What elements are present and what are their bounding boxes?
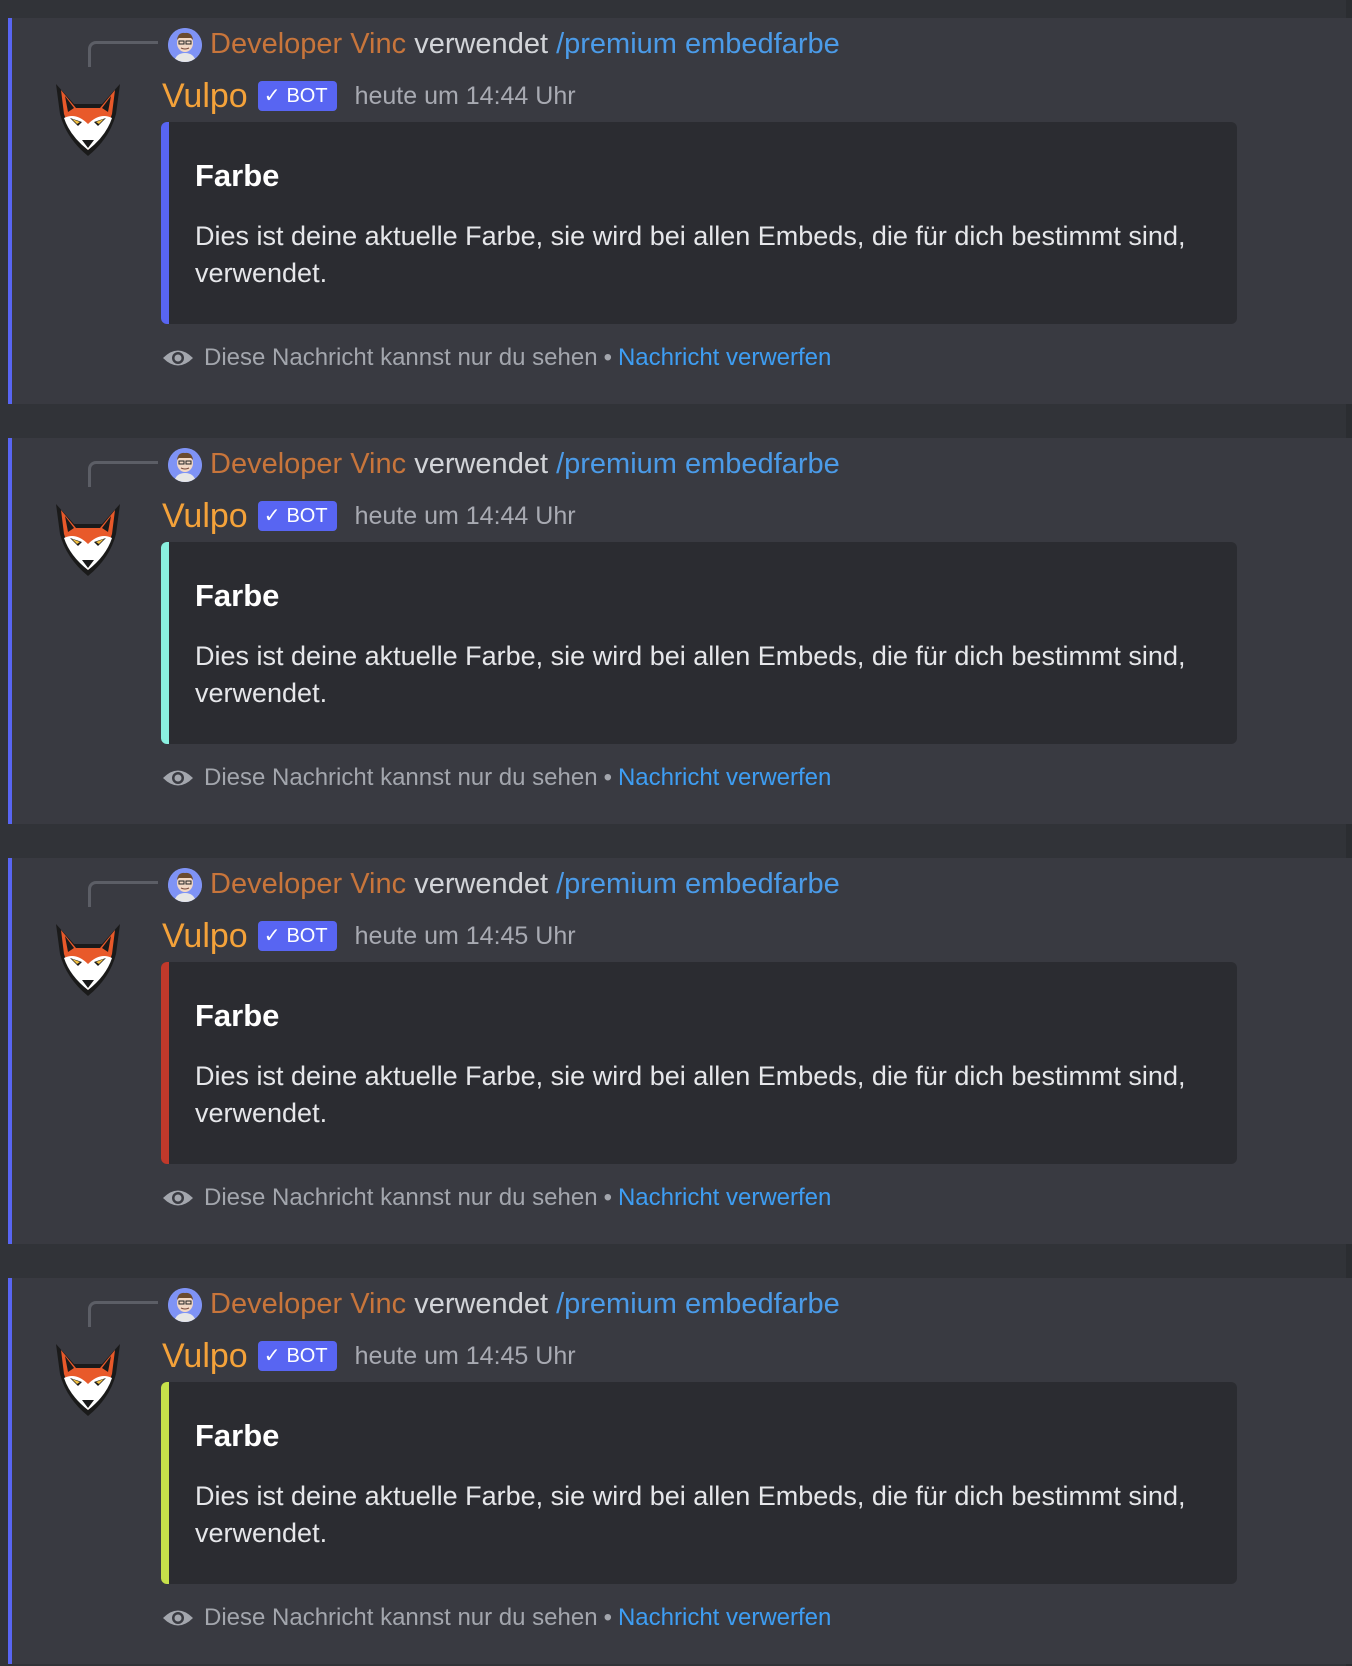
message-timestamp[interactable]: heute um 14:44 Uhr xyxy=(355,82,576,111)
reply-verb: verwendet xyxy=(414,868,549,900)
embed-color-bar xyxy=(161,962,169,1164)
message-feed: Developer Vinc verwendet /premium embedf… xyxy=(0,0,1352,1666)
bot-username[interactable]: Vulpo xyxy=(162,917,248,956)
message: Developer Vinc verwendet /premium embedf… xyxy=(8,438,1352,824)
embed-color-bar xyxy=(161,122,169,324)
bot-badge: ✓ BOT xyxy=(257,921,337,951)
bot-username[interactable]: Vulpo xyxy=(162,497,248,536)
message-timestamp[interactable]: heute um 14:45 Uhr xyxy=(355,1342,576,1371)
ephemeral-text: Diese Nachricht kannst nur du sehen xyxy=(204,764,598,791)
embed-title: Farbe xyxy=(195,578,280,613)
bot-badge-label: BOT xyxy=(286,1345,328,1367)
checkmark-icon: ✓ xyxy=(263,1345,281,1367)
reply-command[interactable]: /premium embedfarbe xyxy=(556,448,840,480)
ephemeral-notice: Diese Nachricht kannst nur du sehen • Na… xyxy=(162,760,831,796)
embed-color-bar xyxy=(161,1382,169,1584)
embed: Farbe Dies ist deine aktuelle Farbe, sie… xyxy=(161,122,1237,324)
reply-verb: verwendet xyxy=(414,28,549,60)
developer-avatar-icon[interactable] xyxy=(168,868,202,902)
embed: Farbe Dies ist deine aktuelle Farbe, sie… xyxy=(161,542,1237,744)
bot-badge-label: BOT xyxy=(286,85,328,107)
dismiss-message-link[interactable]: Nachricht verwerfen xyxy=(618,764,831,792)
reply-reference[interactable]: Developer Vinc verwendet /premium embedf… xyxy=(210,1284,840,1324)
embed-title: Farbe xyxy=(195,1418,280,1453)
message-timestamp[interactable]: heute um 14:44 Uhr xyxy=(355,502,576,531)
ephemeral-separator: • xyxy=(603,344,612,371)
message: Developer Vinc verwendet /premium embedf… xyxy=(8,858,1352,1244)
reply-command[interactable]: /premium embedfarbe xyxy=(556,1288,840,1320)
embed-description: Dies ist deine aktuelle Farbe, sie wird … xyxy=(195,1061,1186,1128)
ephemeral-notice: Diese Nachricht kannst nur du sehen • Na… xyxy=(162,1180,831,1216)
reply-username[interactable]: Developer Vinc xyxy=(210,1288,406,1320)
ephemeral-notice: Diese Nachricht kannst nur du sehen • Na… xyxy=(162,1600,831,1636)
developer-avatar-icon[interactable] xyxy=(168,1288,202,1322)
message: Developer Vinc verwendet /premium embedf… xyxy=(8,1278,1352,1664)
embed-title: Farbe xyxy=(195,998,280,1033)
eye-icon xyxy=(163,1190,193,1206)
message-header: Vulpo ✓ BOT heute um 14:44 Uhr xyxy=(162,496,576,536)
bot-badge-label: BOT xyxy=(286,925,328,947)
developer-avatar-icon[interactable] xyxy=(168,28,202,62)
checkmark-icon: ✓ xyxy=(263,925,281,947)
bot-badge: ✓ BOT xyxy=(257,1341,337,1371)
ephemeral-separator: • xyxy=(603,1184,612,1211)
ephemeral-text: Diese Nachricht kannst nur du sehen xyxy=(204,344,598,371)
dismiss-message-link[interactable]: Nachricht verwerfen xyxy=(618,344,831,372)
reply-command[interactable]: /premium embedfarbe xyxy=(556,868,840,900)
reply-connector xyxy=(88,41,158,67)
message-timestamp[interactable]: heute um 14:45 Uhr xyxy=(355,922,576,951)
reply-connector xyxy=(88,881,158,907)
message-header: Vulpo ✓ BOT heute um 14:45 Uhr xyxy=(162,1336,576,1376)
reply-reference[interactable]: Developer Vinc verwendet /premium embedf… xyxy=(210,444,840,484)
bot-badge-label: BOT xyxy=(286,505,328,527)
embed-description: Dies ist deine aktuelle Farbe, sie wird … xyxy=(195,641,1186,708)
dismiss-message-link[interactable]: Nachricht verwerfen xyxy=(618,1184,831,1212)
message: Developer Vinc verwendet /premium embedf… xyxy=(8,18,1352,404)
checkmark-icon: ✓ xyxy=(263,85,281,107)
message-header: Vulpo ✓ BOT heute um 14:45 Uhr xyxy=(162,916,576,956)
reply-reference[interactable]: Developer Vinc verwendet /premium embedf… xyxy=(210,24,840,64)
reply-connector xyxy=(88,461,158,487)
embed: Farbe Dies ist deine aktuelle Farbe, sie… xyxy=(161,962,1237,1164)
ephemeral-separator: • xyxy=(603,1604,612,1631)
developer-avatar-icon[interactable] xyxy=(168,448,202,482)
ephemeral-notice: Diese Nachricht kannst nur du sehen • Na… xyxy=(162,340,831,376)
bot-username[interactable]: Vulpo xyxy=(162,1337,248,1376)
ephemeral-text: Diese Nachricht kannst nur du sehen xyxy=(204,1604,598,1631)
reply-username[interactable]: Developer Vinc xyxy=(210,28,406,60)
reply-command[interactable]: /premium embedfarbe xyxy=(556,28,840,60)
ephemeral-text: Diese Nachricht kannst nur du sehen xyxy=(204,1184,598,1211)
embed-description: Dies ist deine aktuelle Farbe, sie wird … xyxy=(195,221,1186,288)
message-header: Vulpo ✓ BOT heute um 14:44 Uhr xyxy=(162,76,576,116)
bot-badge: ✓ BOT xyxy=(257,501,337,531)
embed: Farbe Dies ist deine aktuelle Farbe, sie… xyxy=(161,1382,1237,1584)
embed-color-bar xyxy=(161,542,169,744)
reply-verb: verwendet xyxy=(414,1288,549,1320)
embed-title: Farbe xyxy=(195,158,280,193)
ephemeral-separator: • xyxy=(603,764,612,791)
bot-username[interactable]: Vulpo xyxy=(162,77,248,116)
embed-description: Dies ist deine aktuelle Farbe, sie wird … xyxy=(195,1481,1186,1548)
eye-icon xyxy=(163,350,193,366)
reply-username[interactable]: Developer Vinc xyxy=(210,868,406,900)
fox-avatar-icon[interactable] xyxy=(52,1338,124,1418)
checkmark-icon: ✓ xyxy=(263,505,281,527)
fox-avatar-icon[interactable] xyxy=(52,498,124,578)
fox-avatar-icon[interactable] xyxy=(52,78,124,158)
reply-verb: verwendet xyxy=(414,448,549,480)
bot-badge: ✓ BOT xyxy=(257,81,337,111)
reply-username[interactable]: Developer Vinc xyxy=(210,448,406,480)
eye-icon xyxy=(163,1610,193,1626)
dismiss-message-link[interactable]: Nachricht verwerfen xyxy=(618,1604,831,1632)
eye-icon xyxy=(163,770,193,786)
reply-connector xyxy=(88,1301,158,1327)
fox-avatar-icon[interactable] xyxy=(52,918,124,998)
reply-reference[interactable]: Developer Vinc verwendet /premium embedf… xyxy=(210,864,840,904)
